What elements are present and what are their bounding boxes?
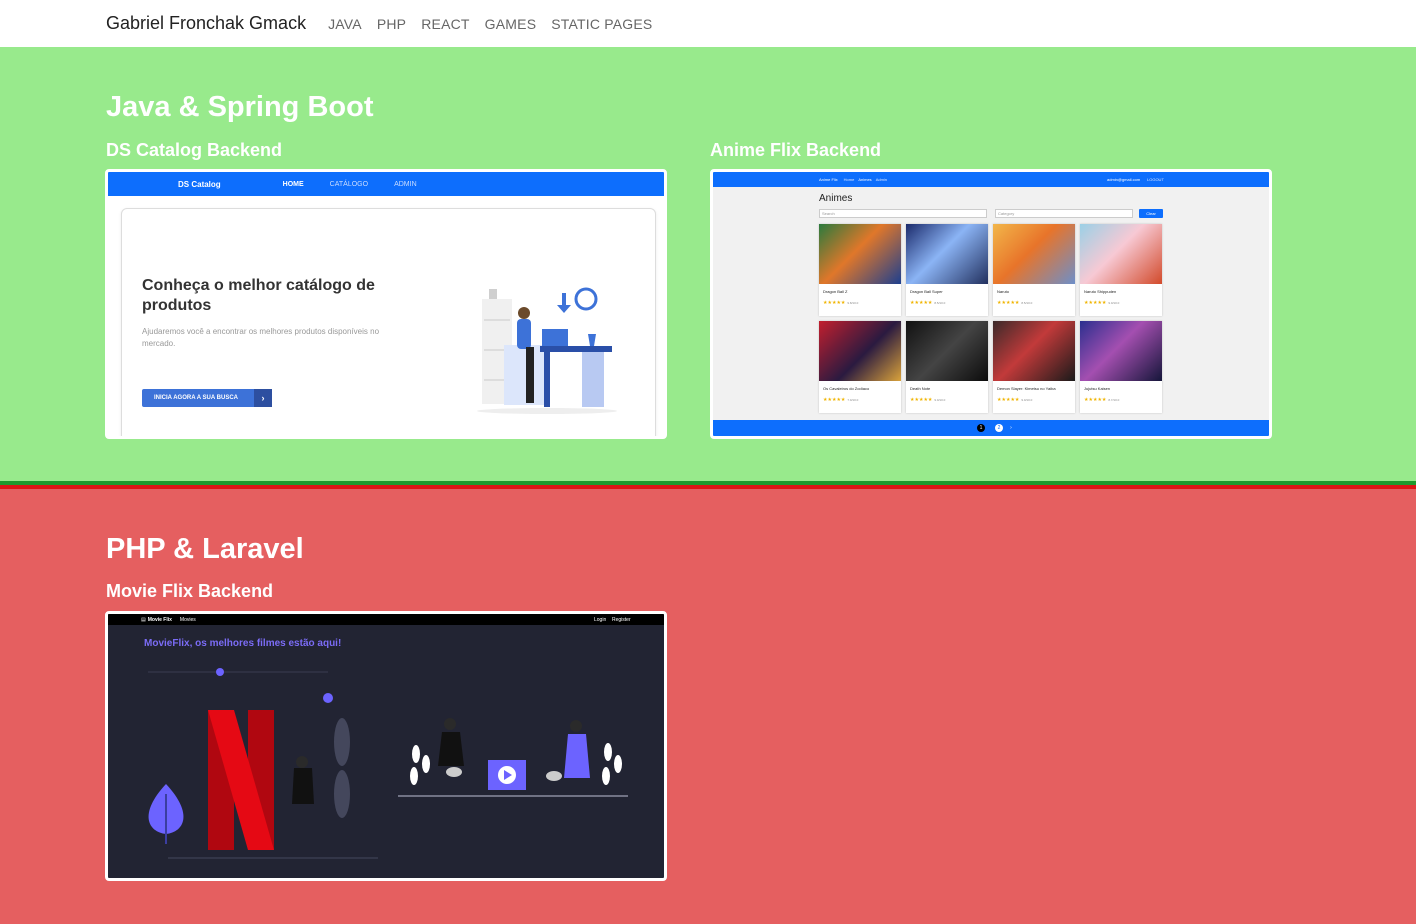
mf-preview-navbar: ▤ Movie Flix Movies Login Register: [108, 614, 664, 625]
anime-card: Naruto Shippuden ★★★★★ 9.0/10.0: [1080, 224, 1162, 316]
af-preview-nav-animes: Animes: [858, 177, 872, 182]
mf-preview-nav-movies: Movies: [179, 616, 196, 623]
af-preview-nav-admin: Admin: [875, 177, 888, 182]
af-preview-anime-grid: Dragon Ball Z ★★★★★ 9.8/10.0 Dragon Ball …: [819, 224, 1164, 413]
anime-card: Dragon Ball Z ★★★★★ 9.8/10.0: [819, 224, 901, 316]
nav-link-static-pages[interactable]: STATIC PAGES: [551, 16, 652, 32]
anime-card: Naruto ★★★★★ 8.5/10.0: [993, 224, 1075, 316]
anime-rating: ★★★★★ 9.8/10.0: [823, 300, 859, 306]
anime-rating-value: 8.7/10.0: [1108, 398, 1120, 402]
af-preview-logout: LOGOUT: [1147, 177, 1164, 182]
anime-poster: [819, 321, 901, 381]
anime-name: Naruto: [997, 289, 1010, 294]
af-preview-navbar: Anime Flix Home Animes Admin admin@gmail…: [713, 172, 1269, 187]
movie-flix-preview[interactable]: ▤ Movie Flix Movies Login Register Movie…: [105, 611, 667, 881]
nav-link-react[interactable]: REACT: [421, 16, 469, 32]
ds-preview-cta-label: INICIA AGORA A SUA BUSCA: [154, 395, 238, 401]
office-worker-illustration: [477, 287, 617, 414]
mf-preview-brand: Movie Flix: [147, 616, 172, 623]
anime-rating: ★★★★★ 8.7/10.0: [1084, 397, 1120, 403]
anime-name: Death Note: [910, 386, 931, 391]
nav-link-php[interactable]: PHP: [377, 16, 406, 32]
anime-rating-value: 9.0/10.0: [934, 398, 946, 402]
mf-preview-heading: MovieFlix, os melhores filmes estão aqui…: [144, 638, 342, 649]
anime-poster: [1080, 321, 1162, 381]
ds-preview-brand: DS Catalog: [178, 179, 221, 189]
java-section: Java & Spring Boot DS Catalog Backend An…: [0, 47, 1416, 481]
anime-card: Demon Slayer: Kimetsu no Yaiba ★★★★★ 9.0/…: [993, 321, 1075, 413]
af-preview-page-2: 2: [995, 424, 1003, 432]
anime-flix-preview[interactable]: Anime Flix Home Animes Admin admin@gmail…: [710, 169, 1272, 439]
project-title-ds-catalog: DS Catalog Backend: [106, 140, 283, 160]
anime-rating: ★★★★★ 8.5/10.0: [997, 300, 1033, 306]
anime-name: Jujutsu Kaisen: [1084, 386, 1111, 391]
af-preview-category-select: Category: [995, 209, 1133, 218]
anime-rating: ★★★★★ 8.5/10.0: [910, 300, 946, 306]
af-preview-pagination: 1 2 ›: [713, 420, 1269, 436]
ds-preview-nav-home: HOME: [282, 180, 304, 188]
anime-name: Dragon Ball Super: [910, 289, 943, 294]
ds-preview-heading: Conheça o melhor catálogo de produtos: [142, 277, 375, 314]
section-title-php: PHP & Laravel: [106, 533, 304, 565]
anime-rating-value: 8.5/10.0: [934, 301, 946, 305]
anime-card: Jujutsu Kaisen ★★★★★ 8.7/10.0: [1080, 321, 1162, 413]
brand-link[interactable]: Gabriel Fronchak Gmack: [106, 13, 306, 34]
anime-rating: ★★★★★ 7.0/10.0: [823, 397, 859, 403]
anime-name: Os Cavaleiros do Zodíaco: [823, 386, 870, 391]
af-preview-page-1: 1: [977, 424, 985, 432]
anime-poster: [1080, 224, 1162, 284]
nav-link-java[interactable]: JAVA: [328, 16, 362, 32]
af-preview-heading: Animes: [819, 193, 853, 204]
mf-preview-register: Register: [612, 616, 631, 623]
anime-rating: ★★★★★ 9.0/10.0: [1084, 300, 1120, 306]
anime-rating: ★★★★★ 9.0/10.0: [910, 397, 946, 403]
ds-catalog-preview[interactable]: DS Catalog HOME CATÁLOGO ADMIN Conheça o…: [105, 169, 667, 439]
af-preview-user-email: admin@gmail.com: [1107, 177, 1141, 182]
section-title-java: Java & Spring Boot: [106, 91, 374, 123]
ds-preview-navbar: DS Catalog HOME CATÁLOGO ADMIN: [108, 172, 664, 196]
anime-rating-value: 9.8/10.0: [847, 301, 859, 305]
af-preview-search-input: Search: [819, 209, 987, 218]
anime-name: Dragon Ball Z: [823, 289, 848, 294]
anime-card: Death Note ★★★★★ 9.0/10.0: [906, 321, 988, 413]
movie-streaming-illustration: [148, 668, 628, 859]
ds-preview-nav-catalog: CATÁLOGO: [329, 180, 369, 188]
top-navbar: Gabriel Fronchak Gmack JAVA PHP REACT GA…: [0, 0, 1416, 47]
php-section: PHP & Laravel Movie Flix Backend ▤ Movie…: [0, 489, 1416, 924]
chevron-right-icon: ›: [1010, 425, 1012, 431]
anime-poster: [993, 321, 1075, 381]
anime-card: Os Cavaleiros do Zodíaco ★★★★★ 7.0/10.0: [819, 321, 901, 413]
project-title-movie-flix: Movie Flix Backend: [106, 581, 274, 601]
anime-rating-value: 8.5/10.0: [1021, 301, 1033, 305]
ds-preview-cta-button: INICIA AGORA A SUA BUSCA ›: [142, 389, 272, 407]
ds-preview-text: Ajudaremos você a encontrar os melhores …: [142, 327, 380, 348]
anime-name: Demon Slayer: Kimetsu no Yaiba: [997, 386, 1056, 391]
af-preview-brand: Anime Flix: [819, 177, 838, 182]
anime-card: Dragon Ball Super ★★★★★ 8.5/10.0: [906, 224, 988, 316]
ds-preview-hero-card: Conheça o melhor catálogo de produtos Aj…: [121, 208, 656, 436]
anime-poster: [819, 224, 901, 284]
af-preview-nav-home: Home: [843, 177, 855, 182]
film-icon: ▤: [141, 616, 146, 623]
anime-rating: ★★★★★ 9.0/10.0: [997, 397, 1033, 403]
anime-rating-value: 9.0/10.0: [1021, 398, 1033, 402]
anime-rating-value: 7.0/10.0: [847, 398, 859, 402]
anime-poster: [993, 224, 1075, 284]
mf-preview-login: Login: [594, 616, 607, 623]
nav-link-games[interactable]: GAMES: [485, 16, 537, 32]
anime-name: Naruto Shippuden: [1084, 289, 1117, 294]
ds-preview-nav-admin: ADMIN: [394, 180, 417, 188]
chevron-right-icon: ›: [254, 389, 272, 407]
project-title-anime-flix: Anime Flix Backend: [710, 140, 882, 160]
anime-poster: [906, 224, 988, 284]
anime-poster: [906, 321, 988, 381]
anime-rating-value: 9.0/10.0: [1108, 301, 1120, 305]
af-preview-clear-button: Clear: [1139, 209, 1163, 218]
